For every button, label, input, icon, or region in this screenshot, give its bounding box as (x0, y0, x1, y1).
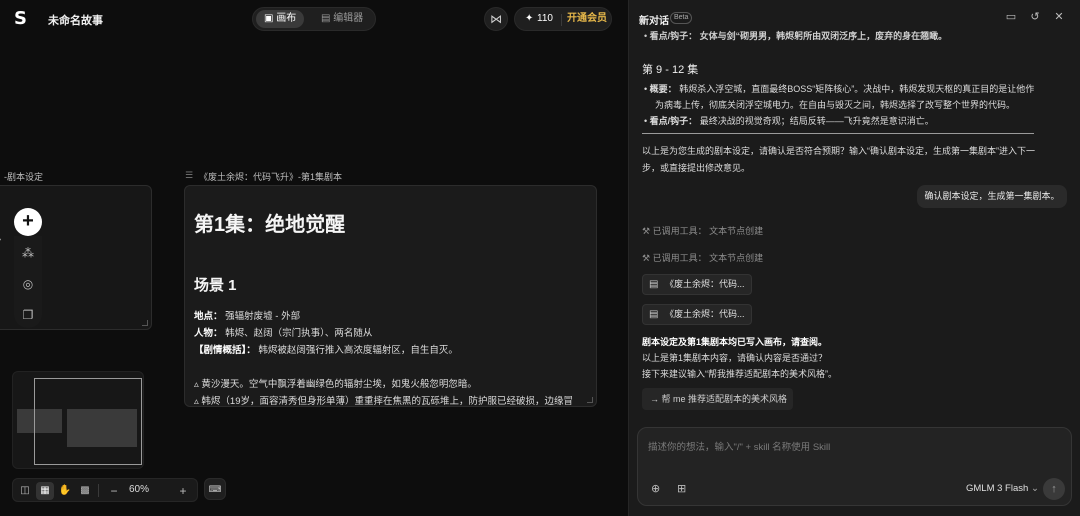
tool-call-row: ⚒ 已调用工具： 文本节点创建 (642, 253, 764, 263)
people-line: 人物： 韩烬、赵阔（宗门执事）、两名随从 (194, 328, 373, 339)
canvas-area[interactable]: S 未命名故事 ▣ 画布 ▤ 编辑器 ⋈ ✦ 110 开通会员 -剧本设定 › … (0, 0, 628, 516)
truncated-line: • 看点/钩子： 女体与剑“砌男男，韩烬躬所由双闭泛序上，废弃的身在翘瞰。 (644, 31, 948, 41)
copy-icon[interactable]: ❐ (20, 307, 36, 323)
result-text: 以上是第1集剧本内容，请确认内容是否通过？ (642, 353, 828, 363)
view-switcher: ▣ 画布 ▤ 编辑器 (252, 7, 376, 31)
scene-heading: 场景 1 (194, 277, 237, 294)
tool-icon: ⚒ (642, 253, 653, 263)
divider (98, 484, 99, 497)
zoom-in-button[interactable]: + (174, 482, 192, 500)
app-logo: S (14, 8, 27, 29)
bullet-hook: • 看点/钩子： 最终决战的视觉奇观；结局反转——飞升竟然是意识消亡。 (644, 116, 934, 126)
film-icon: ▤ (321, 13, 334, 24)
resize-handle[interactable] (587, 397, 593, 403)
node-toolbar: ⁂ ◎ ❐ (14, 236, 42, 328)
layout-icon[interactable]: ◫ (16, 482, 34, 500)
canvas-icon: ▣ (264, 13, 277, 24)
nodes-icon[interactable]: ⁂ (20, 245, 36, 261)
add-node-button[interactable]: + (14, 208, 42, 236)
keyboard-button[interactable]: ⌨ (204, 478, 226, 500)
divider (561, 14, 562, 26)
document-icon: ▤ (649, 279, 659, 290)
tab-canvas[interactable]: ▣ 画布 (256, 10, 305, 28)
tab-editor[interactable]: ▤ 编辑器 (313, 10, 371, 28)
user-message: 确认剧本设定，生成第一集剧本。 (917, 185, 1067, 208)
result-text: 接下来建议输入“帮我推荐适配剧本的美术风格”。 (642, 369, 837, 379)
share-button[interactable]: ⋈ (484, 7, 508, 31)
zoom-level: 60% (129, 484, 150, 495)
tool-icon: ⚒ (642, 226, 653, 236)
node-chip[interactable]: ▤ 《废土余烬：代码... (642, 274, 752, 295)
arrow-right-icon: → (650, 394, 662, 404)
divider (642, 133, 1034, 134)
confirm-text: 以上是为您生成的剧本设定，请确认是否符合预期？输入“确认剧本设定，生成第一集剧本… (642, 146, 1035, 156)
chevron-right-icon[interactable]: › (0, 234, 1, 245)
suggestion-button[interactable]: → 帮 me 推荐适配剧本的美术风格 (642, 388, 793, 410)
new-chat-icon[interactable]: ▭ (1004, 10, 1018, 24)
keyboard-icon: ⌨ (208, 484, 222, 494)
node-label-script: 《废土余烬：代码飞升》-第1集剧本 (199, 172, 343, 182)
result-text: 剧本设定及第1集剧本均已写入画布，请查阅。 (642, 337, 828, 347)
plus-icon: + (22, 210, 34, 232)
book-icon[interactable]: ⊞ (677, 482, 686, 495)
model-selector[interactable]: GMLM 3 Flash ⌄ (966, 483, 1039, 494)
bullet-summary: • 概要： 韩烬杀入浮空城，直面最终BOSS“矩阵核心”。决战中，韩烬发现天枢的… (644, 84, 1035, 94)
canvas-toolbar: ◫ ▦ ✋ ▩ − 60% + (12, 478, 198, 502)
minimap[interactable] (12, 371, 144, 469)
episode-title: 第1集：绝地觉醒 (194, 214, 346, 236)
spark-icon: ✦ (525, 13, 534, 24)
share-icon: ⋈ (490, 12, 502, 26)
credits-count: 110 (537, 13, 553, 24)
beta-badge: Beta (670, 12, 693, 24)
character-icon[interactable]: ◎ (20, 276, 36, 292)
upgrade-button[interactable]: 开通会员 (567, 8, 607, 30)
plot-line: 【剧情概括】： 韩烬被赵阔强行推入高浓度辐射区，自生自灭。 (194, 345, 458, 356)
chevron-down-icon: ⌄ (1030, 483, 1039, 494)
project-title[interactable]: 未命名故事 (48, 12, 103, 28)
confirm-text: 步，或直接提出修改意见。 (642, 163, 751, 173)
node-chip[interactable]: ▤ 《废土余烬：代码... (642, 304, 752, 325)
document-icon: ▤ (649, 309, 659, 320)
arrow-up-icon: ↑ (1051, 483, 1057, 495)
grid-icon[interactable]: ▩ (76, 482, 94, 500)
input-placeholder: 描述你的想法，输入"/" + skill 名称使用 Skill (648, 442, 831, 453)
zoom-out-button[interactable]: − (105, 482, 123, 500)
hand-icon[interactable]: ✋ (56, 482, 74, 500)
add-attachment-icon[interactable]: ⊕ (651, 482, 660, 495)
node-label-settings: -剧本设定 (4, 172, 43, 182)
chat-input[interactable]: 描述你的想法，输入"/" + skill 名称使用 Skill ⊕ ⊞ GMLM… (637, 427, 1072, 506)
close-icon[interactable]: ✕ (1052, 10, 1066, 24)
minimap-viewport[interactable] (34, 378, 142, 465)
credits-pill[interactable]: ✦ 110 开通会员 (514, 7, 612, 31)
send-button[interactable]: ↑ (1043, 478, 1065, 500)
map-icon[interactable]: ▦ (36, 482, 54, 500)
message-list[interactable]: • 看点/钩子： 女体与剑“砌男男，韩烬躬所由双闭泛序上，废弃的身在翘瞰。 第 … (629, 24, 1080, 416)
script-line: ▵ 黄沙漫天。空气中飘浮着幽绿色的辐射尘埃，如鬼火般忽明忽暗。 (194, 379, 477, 390)
script-node[interactable]: 第1集：绝地觉醒 场景 1 地点： 强辐射废墟 - 外部 人物： 韩烬、赵阔（宗… (184, 185, 597, 407)
menu-icon: ☰ (185, 170, 194, 180)
resize-handle[interactable] (142, 320, 148, 326)
chat-panel: 新对话 Beta ▭ ↺ ✕ • 看点/钩子： 女体与剑“砌男男，韩烬躬所由双闭… (628, 0, 1080, 516)
bullet-summary-cont: 为病毒上传，彻底关闭浮空城电力。在自由与毁灭之间，韩烬选择了改写整个世界的代码。 (655, 100, 1016, 110)
section-heading: 第 9 - 12 集 (642, 64, 699, 76)
history-icon[interactable]: ↺ (1028, 10, 1042, 24)
tool-call-row: ⚒ 已调用工具： 文本节点创建 (642, 226, 764, 236)
place-line: 地点： 强辐射废墟 - 外部 (194, 311, 301, 322)
script-line: ▵ 韩烬（19岁，面容清秀但身形单薄）重重摔在焦黑的瓦砾堆上，防护服已经破损，边… (194, 396, 573, 407)
